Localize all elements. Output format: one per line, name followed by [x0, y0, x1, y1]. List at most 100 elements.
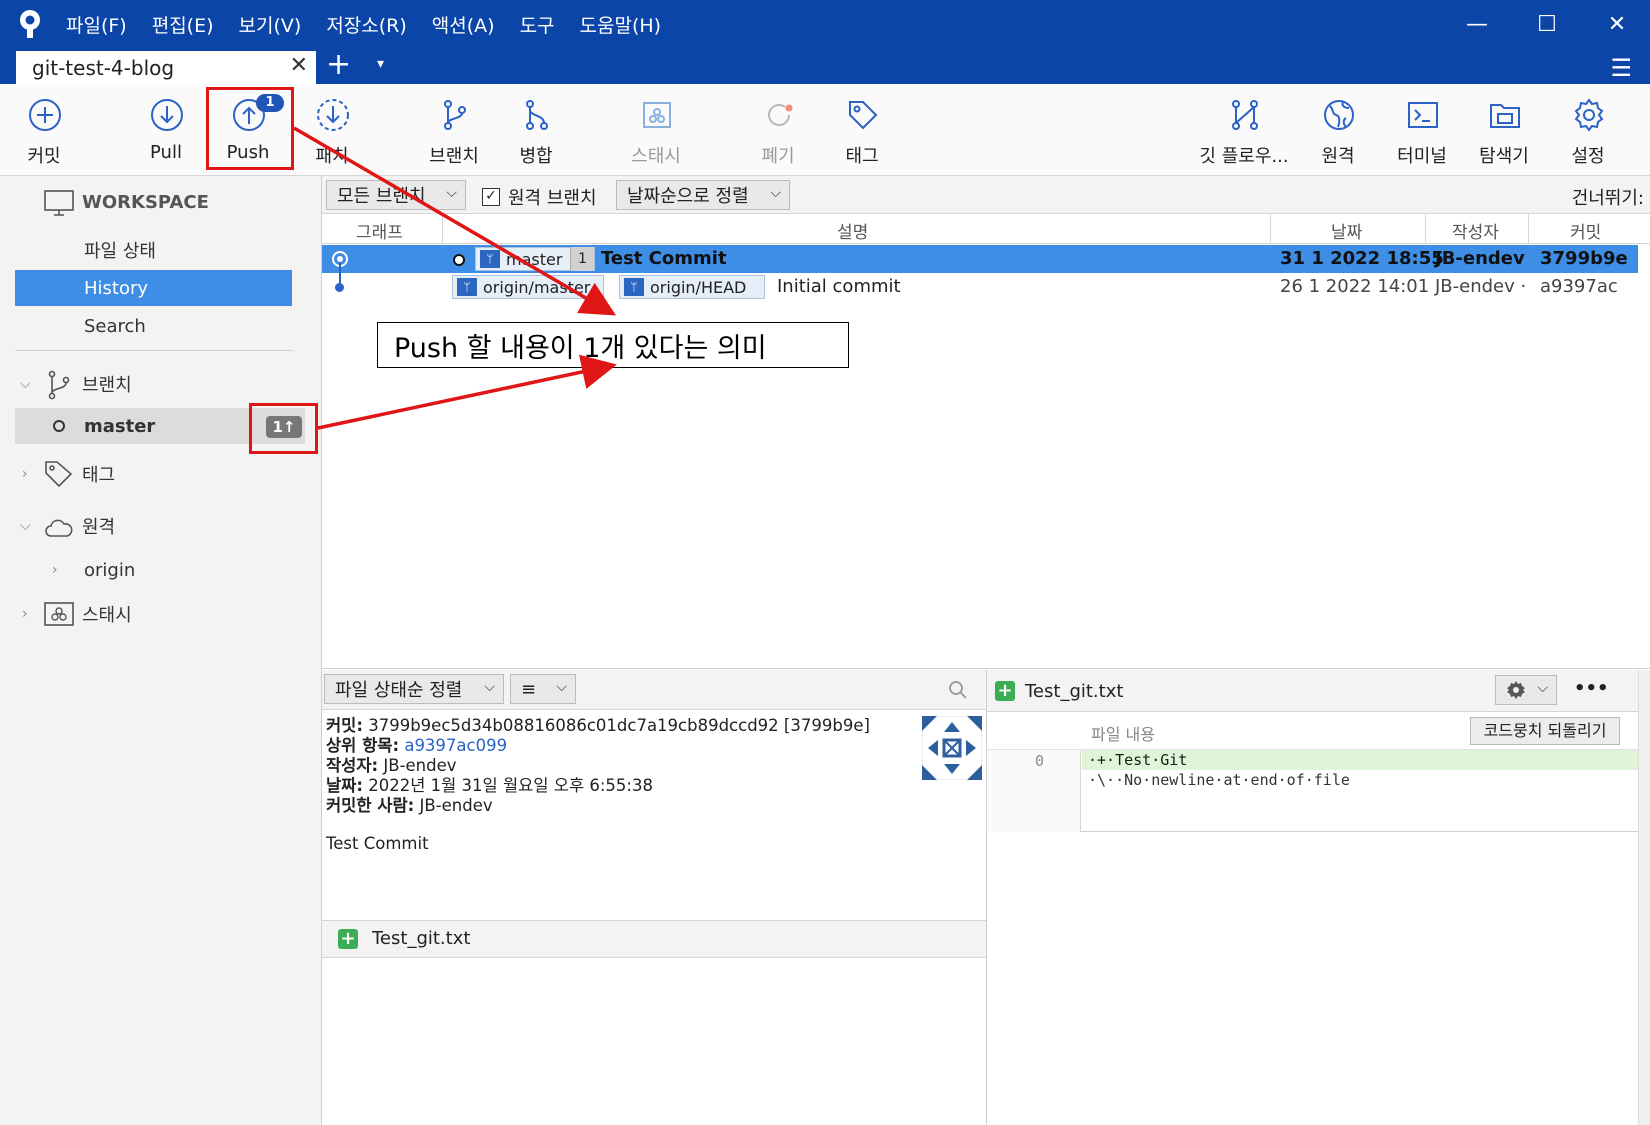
- chevron-down-icon: ⌵: [446, 185, 457, 201]
- sidebar-branches-header[interactable]: ⌵ 브랜치: [0, 366, 322, 402]
- chevron-down-icon: ⌵: [484, 679, 495, 695]
- menu-help[interactable]: 도움말(H): [580, 11, 662, 38]
- commit-full-hash[interactable]: 3799b9ec5d34b08816086c01dc7a19cb89dccd92…: [368, 716, 870, 735]
- menu-actions[interactable]: 액션(A): [432, 11, 495, 38]
- stash-icon: [44, 602, 74, 626]
- maximize-button[interactable]: ☐: [1512, 0, 1582, 48]
- menu-bar: 파일(F) 편집(E) 보기(V) 저장소(R) 액션(A) 도구 도움말(H): [66, 0, 686, 48]
- merge-button[interactable]: 병합: [494, 84, 578, 176]
- repo-tab[interactable]: git-test-4-blog ✕: [16, 51, 316, 84]
- close-window-button[interactable]: ✕: [1582, 0, 1650, 48]
- sidebar-item-history[interactable]: History: [15, 270, 292, 306]
- diff-options-dropdown[interactable]: ⌵: [1495, 675, 1557, 705]
- add-tab-icon[interactable]: +: [326, 48, 351, 84]
- hamburger-menu-icon[interactable]: ☰: [1610, 54, 1632, 82]
- pane-splitter[interactable]: [322, 668, 1650, 669]
- sidebar-tags-header[interactable]: › 태그: [0, 456, 322, 492]
- tab-close-icon[interactable]: ✕: [290, 53, 308, 78]
- sidebar-divider: [15, 350, 293, 351]
- detail-parent-row: 상위 항목: a9397ac099: [326, 736, 926, 756]
- file-added-icon: +: [995, 681, 1015, 701]
- column-commit[interactable]: 커밋: [1570, 218, 1601, 243]
- list-view-icon: ≡: [521, 678, 537, 700]
- line-number: 0: [1035, 752, 1045, 770]
- sidebar-item-search[interactable]: Search: [0, 308, 322, 344]
- commit-message-full: Test Commit: [326, 834, 429, 853]
- chevron-right-icon[interactable]: ›: [22, 606, 28, 622]
- sourcetree-logo-icon: [20, 10, 40, 38]
- search-icon[interactable]: [948, 680, 968, 700]
- settings-button[interactable]: 설정: [1546, 84, 1630, 176]
- hunk-title: 파일 내용: [1091, 725, 1155, 744]
- column-date[interactable]: 날짜: [1331, 218, 1362, 243]
- repo-tab-label: git-test-4-blog: [32, 55, 175, 80]
- branch-name: master: [84, 415, 156, 437]
- detail-label: 상위 항목:: [326, 736, 400, 755]
- column-divider[interactable]: [442, 214, 443, 244]
- tag-icon: [45, 461, 73, 488]
- file-sort-label: 파일 상태순 정렬: [335, 680, 463, 701]
- menu-tools[interactable]: 도구: [520, 11, 555, 38]
- fetch-arrow-icon: [317, 99, 349, 131]
- tag-button[interactable]: 태그: [820, 84, 904, 176]
- stash-button[interactable]: 스태시: [614, 84, 698, 176]
- list-item[interactable]: + Test_git.txt: [322, 921, 986, 957]
- minimize-button[interactable]: —: [1442, 0, 1512, 48]
- date-value: 2022년 1월 31일 월요일 오후 6:55:38: [368, 776, 653, 795]
- merge-icon: [526, 100, 548, 130]
- fetch-button[interactable]: 패치: [290, 84, 374, 176]
- sidebar-remote-origin[interactable]: › origin: [0, 552, 322, 588]
- column-graph[interactable]: 그래프: [356, 218, 403, 243]
- column-divider[interactable]: [1425, 214, 1426, 244]
- revert-hunk-button[interactable]: 코드뭉치 되돌리기: [1470, 717, 1620, 745]
- tab-dropdown-icon[interactable]: ▾: [377, 56, 384, 72]
- diff-added-line[interactable]: ·+·Test·Git: [1082, 750, 1638, 770]
- commit-button[interactable]: 커밋: [2, 84, 86, 176]
- branch-filter-dropdown[interactable]: 모든 브랜치 ⌵: [326, 180, 466, 210]
- chevron-down-icon: ⌵: [1537, 680, 1548, 696]
- menu-edit[interactable]: 편집(E): [152, 11, 214, 38]
- chevron-right-icon[interactable]: ›: [52, 562, 58, 578]
- sort-dropdown[interactable]: 날짜순으로 정렬 ⌵: [616, 180, 790, 210]
- stash-title: 스태시: [82, 605, 132, 626]
- commit-label: 커밋: [27, 146, 61, 167]
- diff-note-line[interactable]: ·\··No·newline·at·end·of·file: [1082, 770, 1638, 790]
- chevron-right-icon[interactable]: ›: [22, 466, 28, 482]
- changed-files-list: + Test_git.txt: [322, 920, 986, 958]
- remote-branches-checkbox[interactable]: ✓ 원격 브랜치: [482, 184, 597, 210]
- detail-label: 날짜:: [326, 776, 363, 795]
- sidebar-stash-header[interactable]: › 스태시: [0, 596, 322, 632]
- sidebar-item-file-status[interactable]: 파일 상태: [0, 232, 322, 268]
- column-divider[interactable]: [1270, 214, 1271, 244]
- column-author[interactable]: 작성자: [1452, 218, 1499, 243]
- graph-node-icon: [335, 283, 344, 292]
- commit-date: 26 1 2022 14:01: [1280, 276, 1430, 297]
- parent-commit-link[interactable]: a9397ac099: [404, 736, 507, 755]
- branch-icon: ᛘ: [624, 278, 644, 296]
- menu-view[interactable]: 보기(V): [239, 11, 302, 38]
- branch-ref-master[interactable]: ᛘ master 1: [475, 247, 595, 271]
- annotation-callout: Push 할 내용이 1개 있다는 의미: [377, 322, 849, 368]
- table-row[interactable]: ᛘ master 1 Test Commit 31 1 2022 18:55 J…: [322, 245, 1638, 273]
- column-description[interactable]: 설명: [837, 218, 868, 243]
- settings-label: 설정: [1571, 146, 1605, 167]
- file-sort-dropdown[interactable]: 파일 상태순 정렬 ⌵: [324, 674, 504, 704]
- sidebar-item-label: Search: [84, 315, 146, 337]
- branch-ref-origin-head[interactable]: ᛘ origin/HEAD: [619, 275, 765, 299]
- chevron-down-icon[interactable]: ⌵: [20, 518, 31, 534]
- diff-scrollbar[interactable]: [1638, 670, 1650, 1125]
- commit-author: JB-endev ·: [1435, 276, 1527, 297]
- menu-file[interactable]: 파일(F): [66, 11, 127, 38]
- checkbox-checked-icon[interactable]: ✓: [482, 188, 500, 206]
- chevron-down-icon[interactable]: ⌵: [20, 376, 31, 392]
- commit-date: 31 1 2022 18:55: [1280, 248, 1444, 269]
- branch-ref-origin-master[interactable]: ᛘ origin/master: [452, 275, 604, 299]
- diff-body: 0 ·+·Test·Git ·\··No·newline·at·end·of·f…: [987, 750, 1638, 832]
- sidebar-remotes-header[interactable]: ⌵ 원격: [0, 508, 322, 544]
- more-options-icon[interactable]: •••: [1574, 678, 1609, 699]
- view-mode-dropdown[interactable]: ≡ ⌵: [510, 674, 576, 704]
- git-flow-button[interactable]: 깃 플로우...: [1199, 84, 1289, 176]
- menu-repository[interactable]: 저장소(R): [326, 11, 406, 38]
- column-divider[interactable]: [1528, 214, 1529, 244]
- table-row[interactable]: ᛘ origin/master ᛘ origin/HEAD Initial co…: [322, 273, 1638, 301]
